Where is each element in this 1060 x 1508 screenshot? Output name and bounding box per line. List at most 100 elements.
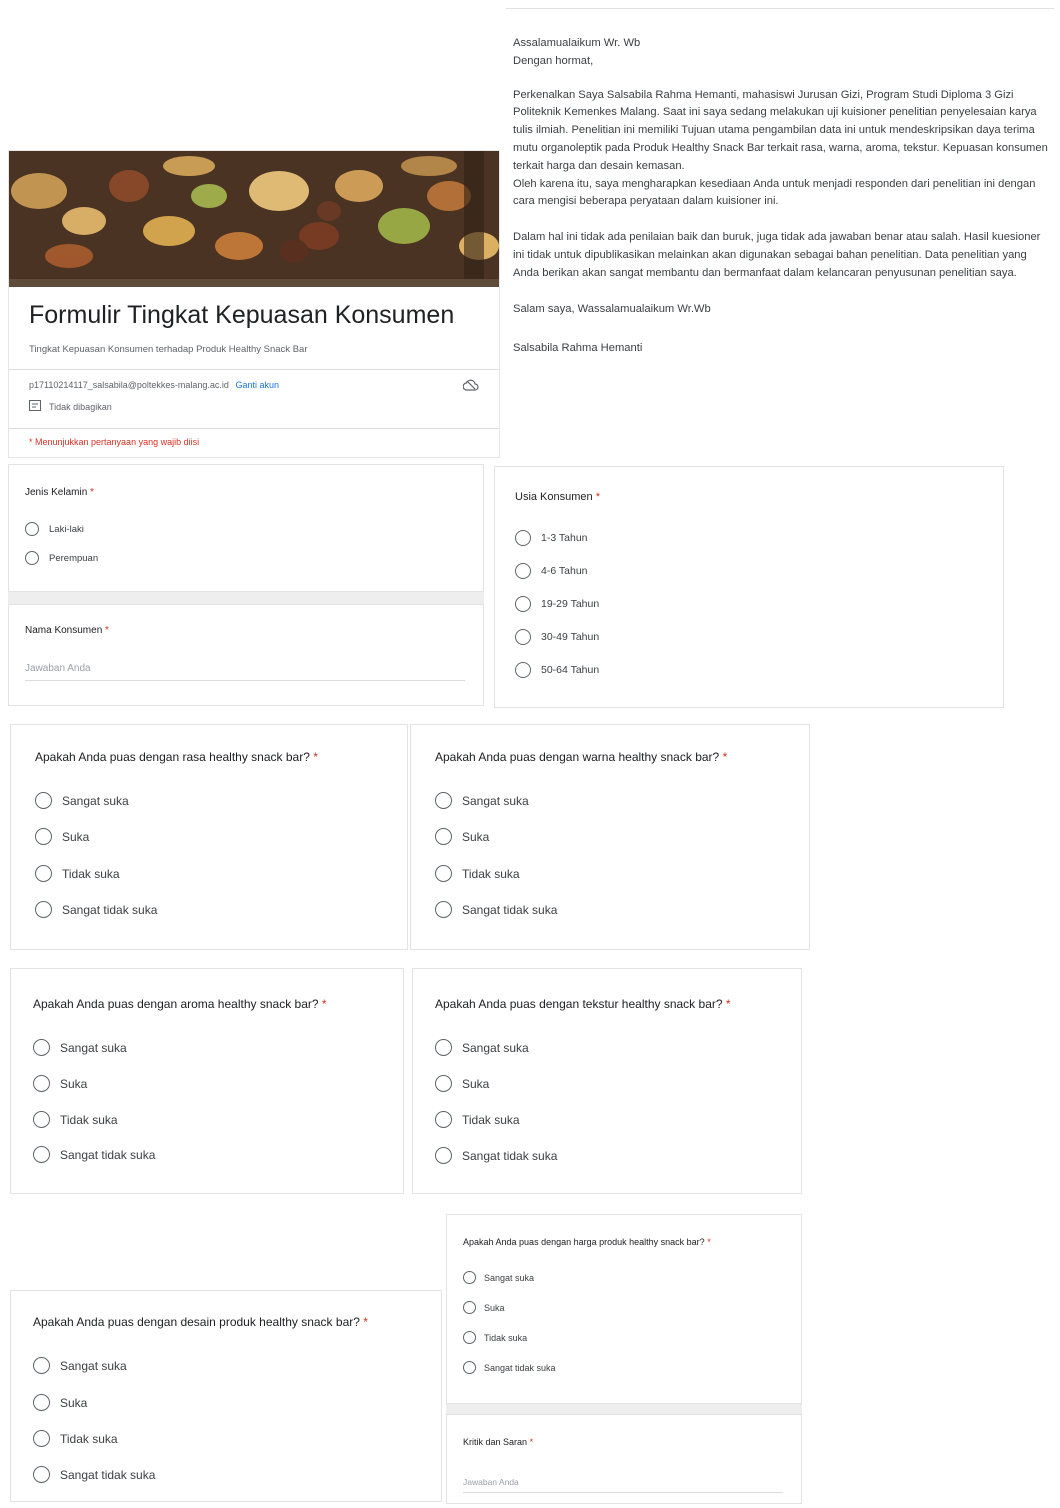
radio-option[interactable]: Laki-laki bbox=[25, 522, 84, 536]
radio-button[interactable] bbox=[435, 865, 452, 882]
radio-button[interactable] bbox=[463, 1301, 476, 1314]
radio-button[interactable] bbox=[33, 1039, 50, 1056]
radio-option[interactable]: Suka bbox=[35, 828, 89, 845]
radio-option[interactable]: 30-49 Tahun bbox=[515, 629, 599, 645]
radio-option[interactable]: Tidak suka bbox=[33, 1111, 118, 1128]
radio-option[interactable]: 1-3 Tahun bbox=[515, 530, 588, 546]
radio-button[interactable] bbox=[515, 629, 531, 645]
switch-account-link[interactable]: Ganti akun bbox=[235, 380, 279, 390]
radio-option[interactable]: Suka bbox=[33, 1075, 87, 1092]
required-asterisk: * bbox=[363, 1315, 368, 1329]
question-design: Apakah Anda puas dengan desain produk he… bbox=[10, 1290, 442, 1502]
radio-button[interactable] bbox=[33, 1466, 50, 1483]
radio-option[interactable]: Suka bbox=[463, 1301, 505, 1314]
radio-option[interactable]: Suka bbox=[33, 1394, 87, 1411]
radio-button[interactable] bbox=[35, 901, 52, 918]
radio-option[interactable]: Sangat suka bbox=[435, 792, 529, 809]
radio-option[interactable]: Sangat suka bbox=[463, 1271, 534, 1284]
letter-greeting: Assalamualaikum Wr. Wb bbox=[513, 37, 641, 49]
radio-option[interactable]: Suka bbox=[435, 1075, 489, 1092]
radio-button[interactable] bbox=[435, 1147, 452, 1164]
radio-button[interactable] bbox=[435, 901, 452, 918]
radio-option[interactable]: 50-64 Tahun bbox=[515, 662, 599, 678]
radio-option[interactable]: Sangat suka bbox=[33, 1039, 127, 1056]
radio-button[interactable] bbox=[463, 1331, 476, 1344]
account-email: p17110214117_salsabila@poltekkes-malang.… bbox=[29, 380, 229, 390]
radio-button[interactable] bbox=[35, 828, 52, 845]
radio-button[interactable] bbox=[25, 551, 39, 565]
question-color: Apakah Anda puas dengan warna healthy sn… bbox=[410, 724, 810, 950]
question-name: Nama Konsumen * Jawaban Anda bbox=[8, 604, 484, 706]
radio-option[interactable]: Tidak suka bbox=[35, 865, 120, 882]
option-label: Suka bbox=[60, 1076, 88, 1091]
radio-button[interactable] bbox=[515, 563, 531, 579]
radio-button[interactable] bbox=[435, 828, 452, 845]
radio-button[interactable] bbox=[25, 522, 39, 536]
radio-button[interactable] bbox=[435, 1111, 452, 1128]
required-asterisk: * bbox=[529, 1437, 534, 1447]
radio-option[interactable]: Tidak suka bbox=[435, 1111, 520, 1128]
radio-option[interactable]: Tidak suka bbox=[435, 865, 520, 882]
question-price: Apakah Anda puas dengan harga produk hea… bbox=[446, 1214, 802, 1404]
option-label: Sangat suka bbox=[462, 793, 529, 808]
required-asterisk: * bbox=[722, 750, 728, 764]
radio-option[interactable]: Sangat tidak suka bbox=[435, 1147, 557, 1164]
radio-option[interactable]: 4-6 Tahun bbox=[515, 563, 588, 579]
option-label: Sangat tidak suka bbox=[62, 902, 158, 917]
radio-button[interactable] bbox=[33, 1075, 50, 1092]
radio-button[interactable] bbox=[435, 792, 452, 809]
radio-button[interactable] bbox=[463, 1361, 476, 1374]
radio-button[interactable] bbox=[33, 1111, 50, 1128]
divider-strip bbox=[446, 1404, 802, 1414]
question-label: Nama Konsumen bbox=[25, 625, 103, 636]
option-label: 4-6 Tahun bbox=[541, 565, 588, 577]
radio-button[interactable] bbox=[515, 530, 531, 546]
radio-button[interactable] bbox=[515, 596, 531, 612]
radio-button[interactable] bbox=[33, 1146, 50, 1163]
question-label: Apakah Anda puas dengan desain produk he… bbox=[33, 1315, 360, 1329]
radio-button[interactable] bbox=[35, 792, 52, 809]
radio-button[interactable] bbox=[33, 1394, 50, 1411]
option-label: Suka bbox=[60, 1395, 88, 1410]
banner-accent-bar bbox=[9, 279, 499, 287]
radio-option[interactable]: Suka bbox=[435, 828, 489, 845]
radio-button[interactable] bbox=[515, 662, 531, 678]
radio-option[interactable]: Sangat suka bbox=[33, 1357, 127, 1374]
radio-button[interactable] bbox=[35, 865, 52, 882]
radio-option[interactable]: Perempuan bbox=[25, 551, 98, 565]
question-feedback: Kritik dan Saran * Jawaban Anda bbox=[446, 1414, 802, 1504]
radio-button[interactable] bbox=[33, 1357, 50, 1374]
radio-button[interactable] bbox=[463, 1271, 476, 1284]
radio-button[interactable] bbox=[33, 1430, 50, 1447]
question-label: Apakah Anda puas dengan warna healthy sn… bbox=[435, 750, 720, 764]
question-gender: Jenis Kelamin * Laki-laki Perempuan bbox=[8, 464, 484, 592]
form-description: Tingkat Kepuasan Konsumen terhadap Produ… bbox=[29, 344, 308, 355]
radio-option[interactable]: Sangat tidak suka bbox=[35, 901, 157, 918]
radio-option[interactable]: Sangat tidak suka bbox=[435, 901, 557, 918]
radio-option[interactable]: Tidak suka bbox=[33, 1430, 118, 1447]
radio-button[interactable] bbox=[435, 1075, 452, 1092]
option-label: Sangat tidak suka bbox=[60, 1147, 156, 1162]
form-title: Formulir Tingkat Kepuasan Konsumen bbox=[29, 301, 455, 329]
option-label: Suka bbox=[62, 829, 90, 844]
radio-option[interactable]: Sangat suka bbox=[35, 792, 129, 809]
radio-option[interactable]: Sangat tidak suka bbox=[33, 1146, 155, 1163]
radio-option[interactable]: Tidak suka bbox=[463, 1331, 527, 1344]
radio-option[interactable]: Sangat tidak suka bbox=[33, 1466, 155, 1483]
option-label: Sangat suka bbox=[484, 1272, 535, 1283]
option-label: Laki-laki bbox=[49, 523, 84, 535]
question-label: Apakah Anda puas dengan tekstur healthy … bbox=[435, 997, 723, 1011]
radio-option[interactable]: Sangat tidak suka bbox=[463, 1361, 556, 1374]
required-asterisk: * bbox=[725, 997, 731, 1011]
option-label: Sangat suka bbox=[60, 1358, 127, 1373]
option-label: Sangat tidak suka bbox=[462, 902, 558, 917]
option-label: 50-64 Tahun bbox=[541, 664, 600, 676]
question-label: Jenis Kelamin bbox=[25, 487, 88, 498]
radio-button[interactable] bbox=[435, 1039, 452, 1056]
question-age: Usia Konsumen * 1-3 Tahun 4-6 Tahun 19-2… bbox=[494, 466, 1004, 708]
option-label: Tidak suka bbox=[484, 1332, 528, 1343]
radio-option[interactable]: 19-29 Tahun bbox=[515, 596, 599, 612]
name-input[interactable]: Jawaban Anda bbox=[25, 663, 465, 681]
radio-option[interactable]: Sangat suka bbox=[435, 1039, 529, 1056]
feedback-input[interactable]: Jawaban Anda bbox=[463, 1477, 783, 1493]
